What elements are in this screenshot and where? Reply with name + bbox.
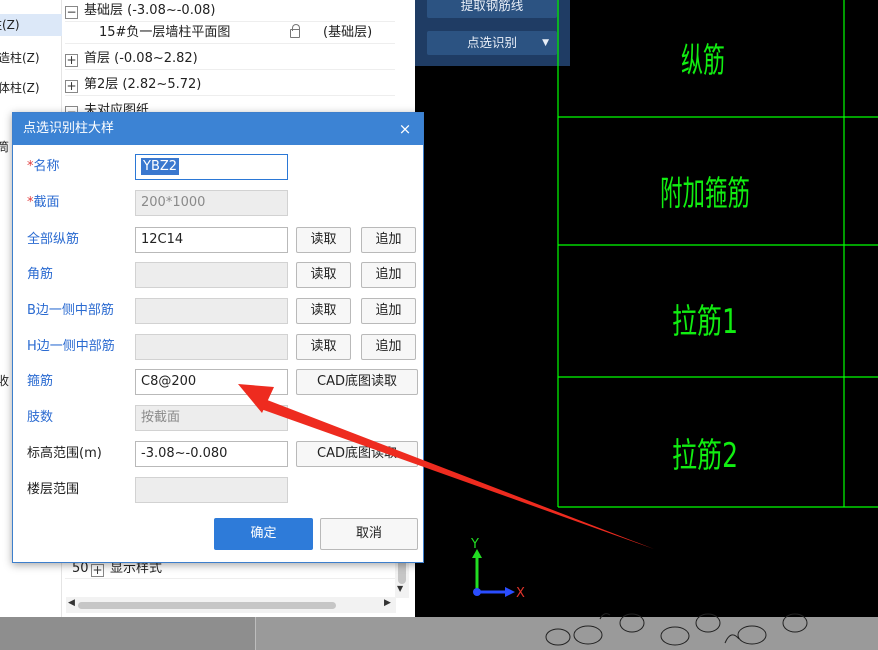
field-label-b-side-bars: B边一侧中部筋 — [27, 303, 114, 318]
all-long-bars-input[interactable]: 12C14 — [135, 227, 288, 253]
y-axis-label: Y — [470, 537, 479, 552]
expand-icon[interactable]: + — [91, 564, 104, 577]
field-label-all-long-bars: 全部纵筋 — [27, 232, 80, 247]
confirm-button[interactable]: 确定 — [214, 518, 313, 550]
collapse-icon[interactable]: − — [65, 6, 78, 19]
tree-item-column[interactable]: 柱(Z) — [0, 14, 62, 36]
h-side-bars-input[interactable] — [135, 334, 288, 360]
scroll-left-icon[interactable]: ◀ — [68, 598, 75, 608]
field-label-name: *名称 — [27, 159, 60, 174]
field-label-floor-range: 楼层范围 — [27, 482, 80, 497]
read-stirrup-from-cad-button[interactable]: CAD底图读取 — [296, 369, 418, 395]
corner-bars-input[interactable] — [135, 262, 288, 288]
read-b-side-bars-button[interactable]: 读取 — [296, 298, 351, 324]
pick-column-detail-dialog: 点选识别柱大样 × *名称 YBZ2 *截面 200*1000 全部纵筋 12C… — [12, 112, 424, 563]
cad-cell-label: 拉筋2 — [672, 436, 738, 476]
read-elevation-from-cad-button[interactable]: CAD底图读取 — [296, 441, 418, 467]
layer-row[interactable]: + 第2层 (2.82~5.72) — [65, 74, 395, 96]
field-label-corner-bars: 角筋 — [27, 267, 54, 282]
field-label-h-side-bars: H边一侧中部筋 — [27, 339, 115, 354]
read-h-side-bars-button[interactable]: 读取 — [296, 334, 351, 360]
expand-icon[interactable]: + — [65, 54, 78, 67]
stirrup-input[interactable]: C8@200 — [135, 369, 288, 395]
dialog-title: 点选识别柱大样 — [13, 113, 423, 145]
scroll-down-icon[interactable]: ▼ — [397, 584, 403, 593]
legs-input[interactable]: 按截面 — [135, 405, 288, 431]
section-input[interactable]: 200*1000 — [135, 190, 288, 216]
status-bar — [0, 613, 878, 650]
cad-cell-label: 纵筋 — [681, 41, 725, 81]
layer-row[interactable]: − 基础层 (-3.08~-0.08) — [65, 0, 395, 22]
close-icon[interactable]: × — [397, 113, 413, 145]
sketch-decoration — [545, 613, 808, 646]
cad-cell-label: 拉筋1 — [672, 302, 738, 342]
expand-icon[interactable]: + — [65, 80, 78, 93]
append-corner-bars-button[interactable]: 追加 — [361, 262, 416, 288]
field-label-legs: 肢数 — [27, 410, 54, 425]
field-label-section: *截面 — [27, 195, 60, 210]
floor-range-input[interactable] — [135, 477, 288, 503]
read-all-long-bars-button[interactable]: 读取 — [296, 227, 351, 253]
elevation-input[interactable]: -3.08~-0.080 — [135, 441, 288, 467]
x-axis-label: X — [516, 586, 525, 601]
append-all-long-bars-button[interactable]: 追加 — [361, 227, 416, 253]
origin-point — [473, 588, 481, 596]
tree-item-constructional-column[interactable]: 构造柱(Z) — [0, 47, 62, 69]
field-label-elevation: 标高范围(m) — [27, 446, 102, 461]
scroll-thumb[interactable] — [78, 602, 336, 609]
status-segment — [0, 617, 256, 650]
append-b-side-bars-button[interactable]: 追加 — [361, 298, 416, 324]
append-h-side-bars-button[interactable]: 追加 — [361, 334, 416, 360]
horizontal-scrollbar[interactable]: ◀ ▶ — [66, 597, 396, 613]
lock-icon[interactable] — [290, 24, 300, 38]
cad-cell-label: 附加箍筋 — [660, 174, 750, 214]
b-side-bars-input[interactable] — [135, 298, 288, 324]
name-input[interactable]: YBZ2 — [135, 154, 288, 180]
read-corner-bars-button[interactable]: 读取 — [296, 262, 351, 288]
layer-row[interactable]: 15#负一层墙柱平面图 (基础层) — [65, 22, 395, 44]
cancel-button[interactable]: 取消 — [320, 518, 418, 550]
cad-drawing[interactable]: 纵筋 附加箍筋 拉筋1 拉筋2 Y X — [415, 0, 878, 617]
scroll-right-icon[interactable]: ▶ — [384, 598, 391, 608]
field-label-stirrup: 箍筋 — [27, 374, 54, 389]
layer-row[interactable]: + 首层 (-0.08~2.82) — [65, 48, 395, 70]
tree-item-masonry-column[interactable]: 砌体柱(Z) — [0, 77, 62, 99]
x-axis-arrow — [505, 587, 515, 597]
